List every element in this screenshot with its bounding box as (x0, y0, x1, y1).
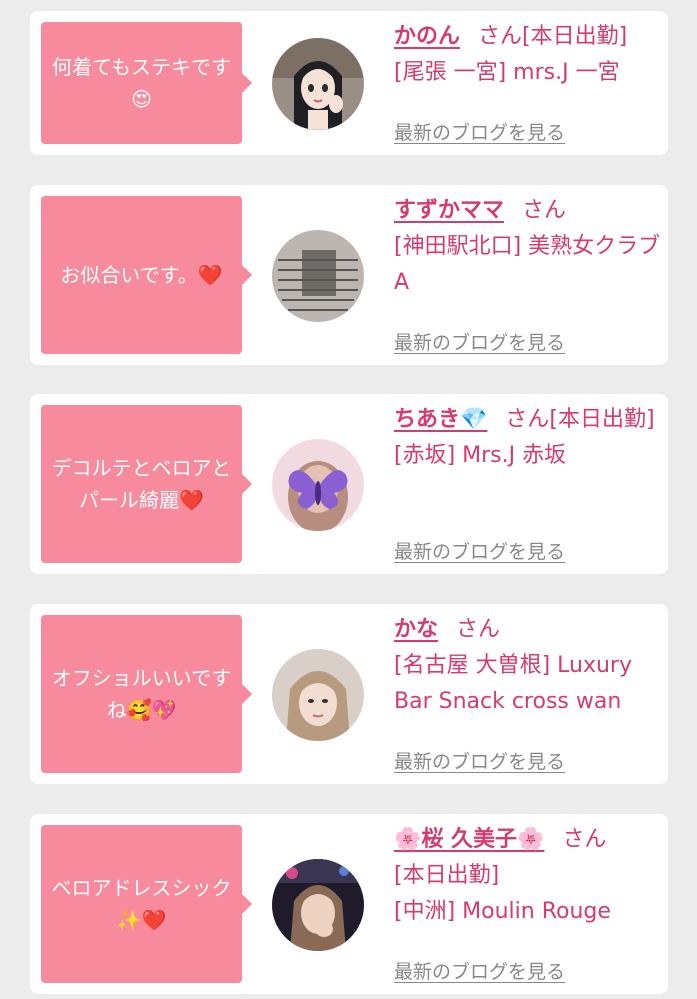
night-photo-avatar-icon (272, 859, 364, 951)
comment-bubble: 何着てもステキです😍 (41, 22, 252, 144)
status-badge: [本日出勤] (394, 863, 500, 888)
comment-bubble: お似合いです。❤️ (41, 196, 252, 354)
avatar[interactable] (272, 859, 364, 951)
member-info: すずかママ さん [神田駅北口] 美熟女クラブA (394, 193, 662, 301)
shop-location: [赤坂] Mrs.J 赤坂 (394, 443, 567, 468)
comment-bubble: ベロアドレスシック✨❤️ (41, 825, 252, 983)
comment-bubble: オフショルいいですね🥰💖 (41, 615, 252, 773)
latest-blog-link[interactable]: 最新のブログを見る (394, 957, 565, 984)
latest-blog-link[interactable]: 最新のブログを見る (394, 328, 565, 355)
avatar[interactable] (272, 649, 364, 741)
comment-text: ベロアドレスシック✨❤️ (51, 876, 232, 932)
notice-board-avatar-icon (272, 230, 364, 322)
honorific: さん (562, 827, 607, 852)
status-badge: [本日出勤] (549, 407, 655, 432)
shop-location: [神田駅北口] 美熟女クラブA (394, 234, 661, 295)
member-info: かのん さん[本日出勤] [尾張 一宮] mrs.J 一宮 (394, 19, 662, 91)
avatar[interactable] (272, 38, 364, 130)
list-item: お似合いです。❤️ すずかママ さん [神田駅北口] 美熟女クラブA 最新のブログ… (30, 185, 668, 365)
member-name-link[interactable]: 🌸桜 久美子🌸 (394, 827, 544, 852)
list-item: オフショルいいですね🥰💖 かな さん [名古屋 大曽根] Luxury Bar S… (30, 604, 668, 784)
list-item: 何着てもステキです😍 かのん さん[本日出勤] [尾張 一宮] mrs.J 一宮 … (30, 11, 668, 155)
latest-blog-link[interactable]: 最新のブログを見る (394, 537, 565, 564)
shop-location: [尾張 一宮] mrs.J 一宮 (394, 60, 620, 85)
status-badge: [本日出勤] (522, 24, 628, 49)
shop-location: [名古屋 大曽根] Luxury Bar Snack cross wan (394, 653, 632, 714)
anime-girl-avatar-icon (272, 38, 364, 130)
member-name-link[interactable]: かな (394, 617, 438, 642)
comment-text: デコルテとベロアとパール綺麗❤️ (51, 456, 232, 512)
honorific: さん (522, 198, 567, 223)
member-info: かな さん [名古屋 大曽根] Luxury Bar Snack cross wa… (394, 612, 662, 720)
list-item: ベロアドレスシック✨❤️ 🌸桜 久美子🌸 さん [本日出勤] [中洲] Mouli… (30, 814, 668, 994)
avatar[interactable] (272, 439, 364, 531)
comment-list: 何着てもステキです😍 かのん さん[本日出勤] [尾張 一宮] mrs.J 一宮 … (0, 0, 697, 999)
latest-blog-link[interactable]: 最新のブログを見る (394, 118, 565, 145)
member-name-link[interactable]: すずかママ (394, 198, 504, 223)
comment-text: お似合いです。❤️ (60, 263, 223, 287)
member-name-link[interactable]: ちあき💎 (394, 407, 487, 432)
latest-blog-link[interactable]: 最新のブログを見る (394, 747, 565, 774)
member-info: ちあき💎 さん[本日出勤] [赤坂] Mrs.J 赤坂 (394, 402, 662, 474)
butterfly-avatar-icon (272, 439, 364, 531)
honorific: さん (478, 24, 523, 49)
honorific: さん (456, 617, 501, 642)
honorific: さん (505, 407, 550, 432)
woman-photo-avatar-icon (272, 649, 364, 741)
shop-location: [中洲] Moulin Rouge (394, 899, 611, 924)
list-item: デコルテとベロアとパール綺麗❤️ ちあき💎 さん[本日出勤] [赤坂] Mrs.J… (30, 394, 668, 574)
member-info: 🌸桜 久美子🌸 さん [本日出勤] [中洲] Moulin Rouge (394, 822, 662, 930)
comment-text: オフショルいいですね🥰💖 (51, 666, 232, 722)
comment-text: 何着てもステキです😍 (52, 55, 231, 111)
comment-bubble: デコルテとベロアとパール綺麗❤️ (41, 405, 252, 563)
member-name-link[interactable]: かのん (394, 24, 460, 49)
avatar[interactable] (272, 230, 364, 322)
